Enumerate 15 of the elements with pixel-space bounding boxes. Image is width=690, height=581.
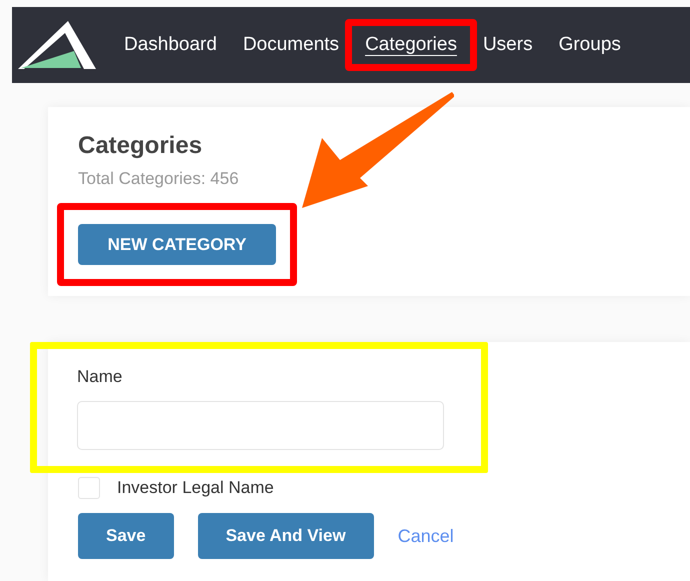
name-field[interactable] <box>77 401 444 450</box>
action-button[interactable]: Save And View <box>198 513 374 559</box>
action-button[interactable]: Save <box>78 513 174 559</box>
new-category-button[interactable]: NEW CATEGORY <box>78 224 276 265</box>
nav-link[interactable]: Users <box>482 28 533 62</box>
field-label: Name <box>77 367 124 387</box>
total-count: Total Categories: 456 <box>78 169 240 189</box>
nav-link[interactable]: Categories <box>365 28 457 61</box>
checkbox[interactable] <box>78 477 100 499</box>
nav-link[interactable]: Groups <box>558 28 621 62</box>
logo-icon <box>18 21 96 69</box>
page-title: Categories <box>78 132 204 160</box>
checkbox-label: Investor Legal Name <box>117 478 274 498</box>
nav-link[interactable]: Documents <box>242 28 340 62</box>
nav-link[interactable]: Dashboard <box>124 28 217 62</box>
